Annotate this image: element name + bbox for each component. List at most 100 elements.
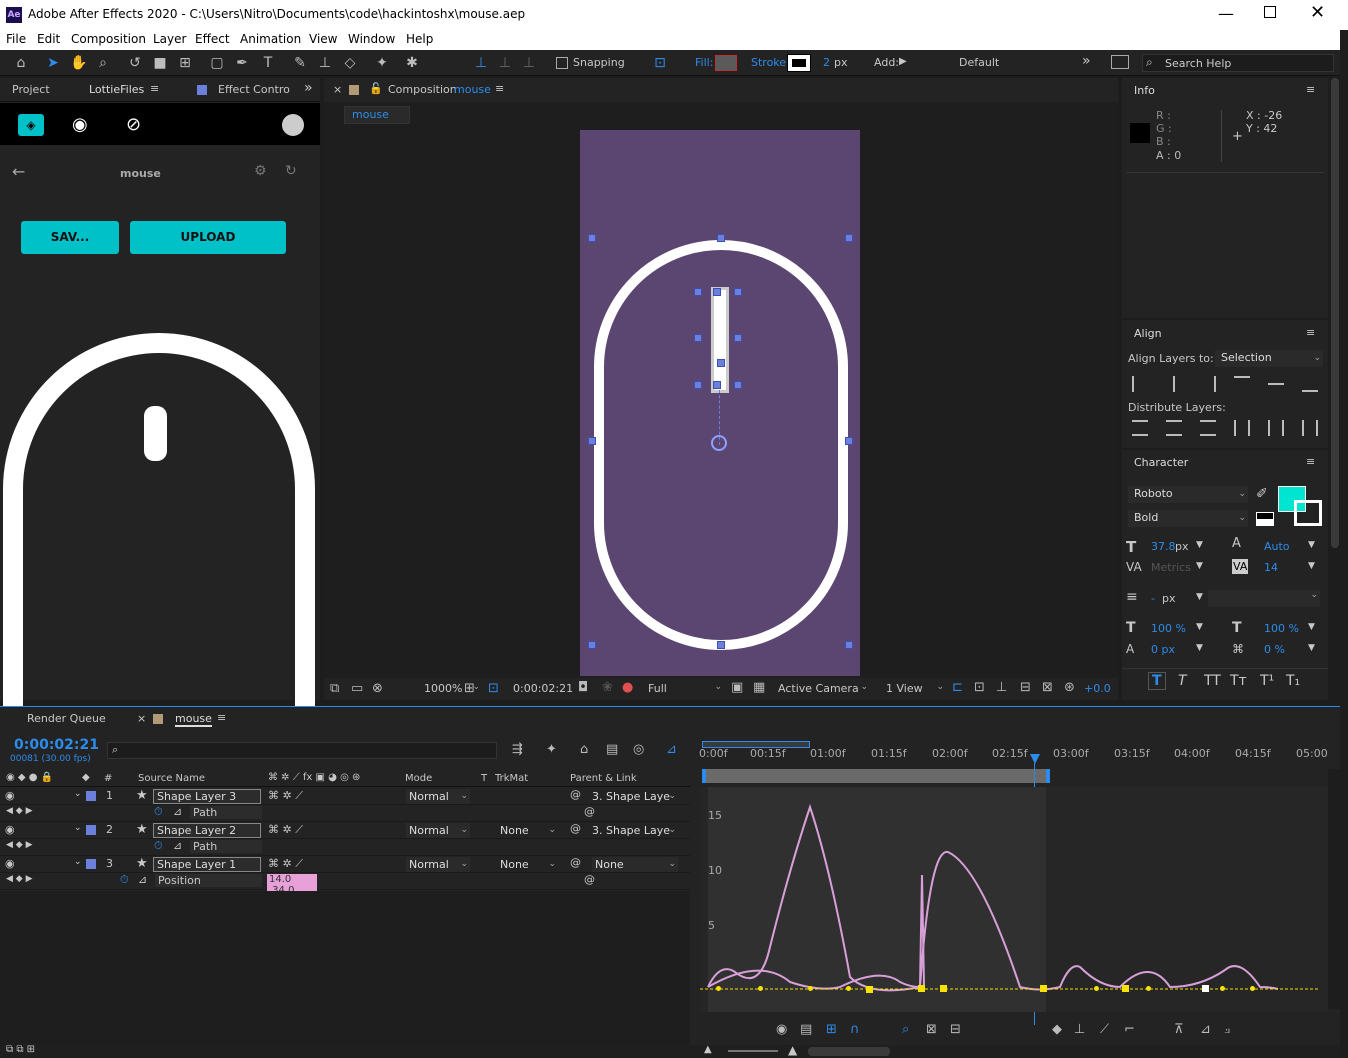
hold-icon[interactable]: ⊥ xyxy=(1074,1022,1085,1037)
region-icon[interactable]: ⊞ xyxy=(464,681,475,696)
col-mode[interactable]: Mode xyxy=(405,773,432,784)
layer-switches-icon[interactable]: ⌘ ✲ ⟋ xyxy=(268,789,303,803)
black-white-swatch[interactable] xyxy=(1256,512,1274,526)
timeline-scrollbar[interactable] xyxy=(1328,769,1340,1009)
stroke-style-dropdown[interactable]: ⌄ xyxy=(1208,590,1320,607)
add-label[interactable]: Add: xyxy=(874,56,899,69)
comp-tab-label[interactable]: Composition xyxy=(388,83,457,96)
easy-ease-icon[interactable]: ⊼ xyxy=(1174,1022,1184,1037)
exposure-reset-icon[interactable]: ⊛ xyxy=(1064,680,1075,695)
pickwhip-icon[interactable]: @ xyxy=(570,856,581,869)
stroke-color-swatch[interactable] xyxy=(1294,500,1322,526)
fit-selection-icon[interactable]: ⌕ xyxy=(902,1022,909,1037)
stopwatch-icon[interactable]: ⏱ xyxy=(154,805,163,819)
keyframe-dot[interactable] xyxy=(758,986,763,991)
wheel-handle[interactable] xyxy=(734,334,742,342)
font-size-chevron-icon[interactable]: ▼ xyxy=(1196,540,1203,550)
footer-toggle-icons[interactable]: ⧉ ⧉ ⊞ xyxy=(6,1044,35,1055)
wheel-handle[interactable] xyxy=(717,359,725,367)
exposure-value[interactable]: +0.0 xyxy=(1084,682,1111,695)
faux-bold-icon[interactable]: T xyxy=(1148,672,1166,690)
right-scrollbar[interactable] xyxy=(1330,78,1340,698)
zoom-in-mountain-icon[interactable]: ▲ xyxy=(788,1043,797,1057)
home-icon[interactable]: ⌂ xyxy=(12,54,30,72)
stroke-label[interactable]: Stroke: xyxy=(751,56,790,69)
eraser-tool-icon[interactable]: ◇ xyxy=(341,54,359,72)
font-size-value[interactable]: 37.8 xyxy=(1151,540,1176,553)
bbox-handle[interactable] xyxy=(588,437,596,445)
wheel-handle[interactable] xyxy=(694,381,702,389)
comp-breadcrumb[interactable]: mouse xyxy=(344,106,410,124)
parent-dropdown[interactable]: 3. Shape Laye ⌄ xyxy=(592,823,678,838)
maximize-icon[interactable] xyxy=(1264,6,1276,18)
wheel-handle[interactable] xyxy=(713,288,721,296)
align-to-dropdown[interactable]: Selection ⌄ xyxy=(1215,350,1323,367)
graph-toggle-icon[interactable]: ⊿ xyxy=(138,873,147,886)
v-scale-chevron-icon[interactable]: ▼ xyxy=(1196,622,1203,632)
selection-tool-icon[interactable]: ➤ xyxy=(44,54,62,72)
bbox-handle[interactable] xyxy=(845,234,853,242)
transparency-grid-icon[interactable]: ▦ xyxy=(753,680,765,695)
bbox-handle[interactable] xyxy=(717,641,725,649)
tab-mouse-timeline[interactable]: mouse xyxy=(175,712,212,727)
graph-type-icon[interactable]: ▤ xyxy=(800,1022,812,1037)
camera-tool-icon[interactable]: ■ xyxy=(151,54,169,72)
distribute-v-center-icon[interactable] xyxy=(1166,420,1182,436)
hide-shy-icon[interactable]: ⌂ xyxy=(580,742,588,757)
edit-keyframe-icon[interactable]: ◆ xyxy=(1052,1022,1062,1037)
keyframe-dot[interactable] xyxy=(1202,985,1209,992)
reset-exposure-icon[interactable]: ⊡ xyxy=(974,680,985,695)
menu-edit[interactable]: Edit xyxy=(37,32,60,46)
snap-option-icon[interactable]: ⊡ xyxy=(651,54,669,72)
vr-icon[interactable]: ⊗ xyxy=(372,681,383,696)
workspace-more-icon[interactable]: » xyxy=(1082,53,1091,69)
graph-toggle-icon[interactable]: ⊿ xyxy=(173,805,182,818)
tab-lottiefiles[interactable]: LottieFiles xyxy=(89,83,144,96)
zoom-out-mountain-icon[interactable]: ▲ xyxy=(704,1044,712,1055)
show-snapshot-icon[interactable]: ❀ xyxy=(602,680,613,695)
rotate-tool-icon[interactable]: ↺ xyxy=(126,54,144,72)
visibility-eye-icon[interactable]: ◉ xyxy=(5,823,15,836)
label-color-icon[interactable] xyxy=(86,791,96,801)
close-icon[interactable]: ✕ xyxy=(1310,2,1325,23)
align-v-center-icon[interactable] xyxy=(1268,376,1284,385)
comp-timecode[interactable]: 0:00:02:21 xyxy=(513,682,573,695)
comp-tab-name[interactable]: mouse xyxy=(454,83,491,96)
keyframe-dot[interactable] xyxy=(1250,986,1255,991)
hand-tool-icon[interactable]: ✋ xyxy=(70,54,88,72)
menu-file[interactable]: File xyxy=(6,32,26,46)
work-area-bar[interactable] xyxy=(702,769,1050,783)
keyframe-dot[interactable] xyxy=(846,986,851,991)
bbox-handle[interactable] xyxy=(845,641,853,649)
speed-graph-curve[interactable] xyxy=(700,787,1328,1012)
3d-renderer-icon[interactable]: ⊠ xyxy=(1042,680,1053,695)
trkmat-dropdown[interactable]: None ⌄ xyxy=(500,823,558,838)
stopwatch-icon[interactable]: ⏱ xyxy=(154,839,163,853)
pickwhip-icon[interactable]: @ xyxy=(584,805,595,818)
wheel-handle[interactable] xyxy=(694,288,702,296)
align-left-icon[interactable] xyxy=(1132,376,1148,392)
align-menu-icon[interactable]: ≡ xyxy=(1306,326,1315,339)
axis-world-icon[interactable]: ⊥ xyxy=(496,54,514,72)
eyedropper-icon[interactable]: ✐ xyxy=(1256,486,1268,502)
align-h-center-icon[interactable] xyxy=(1166,376,1175,392)
kerning-chevron-icon[interactable]: ▼ xyxy=(1196,561,1203,571)
view-layout-dropdown[interactable]: 1 View ⌄ xyxy=(886,682,946,695)
add-icon[interactable]: ▶ xyxy=(899,56,907,67)
layer-name[interactable]: Shape Layer 3 xyxy=(153,789,261,804)
visibility-eye-icon[interactable]: ◉ xyxy=(5,857,15,870)
keyframe-dot[interactable] xyxy=(1094,986,1099,991)
bbox-handle[interactable] xyxy=(717,234,725,242)
character-menu-icon[interactable]: ≡ xyxy=(1306,455,1315,468)
menu-view[interactable]: View xyxy=(309,32,337,46)
pickwhip-icon[interactable]: @ xyxy=(570,788,581,801)
tab-lottiefiles-menu-icon[interactable]: ≡ xyxy=(150,82,159,95)
refresh-icon[interactable]: ↻ xyxy=(285,163,297,179)
vertical-scale-value[interactable]: 100 % xyxy=(1151,622,1186,635)
type-tool-icon[interactable]: T xyxy=(259,54,277,72)
info-menu-icon[interactable]: ≡ xyxy=(1306,83,1315,96)
parent-dropdown[interactable]: 3. Shape Laye ⌄ xyxy=(592,789,678,804)
wheel-handle[interactable] xyxy=(713,381,721,389)
back-arrow-icon[interactable]: ← xyxy=(12,162,25,181)
menu-animation[interactable]: Animation xyxy=(240,32,301,46)
